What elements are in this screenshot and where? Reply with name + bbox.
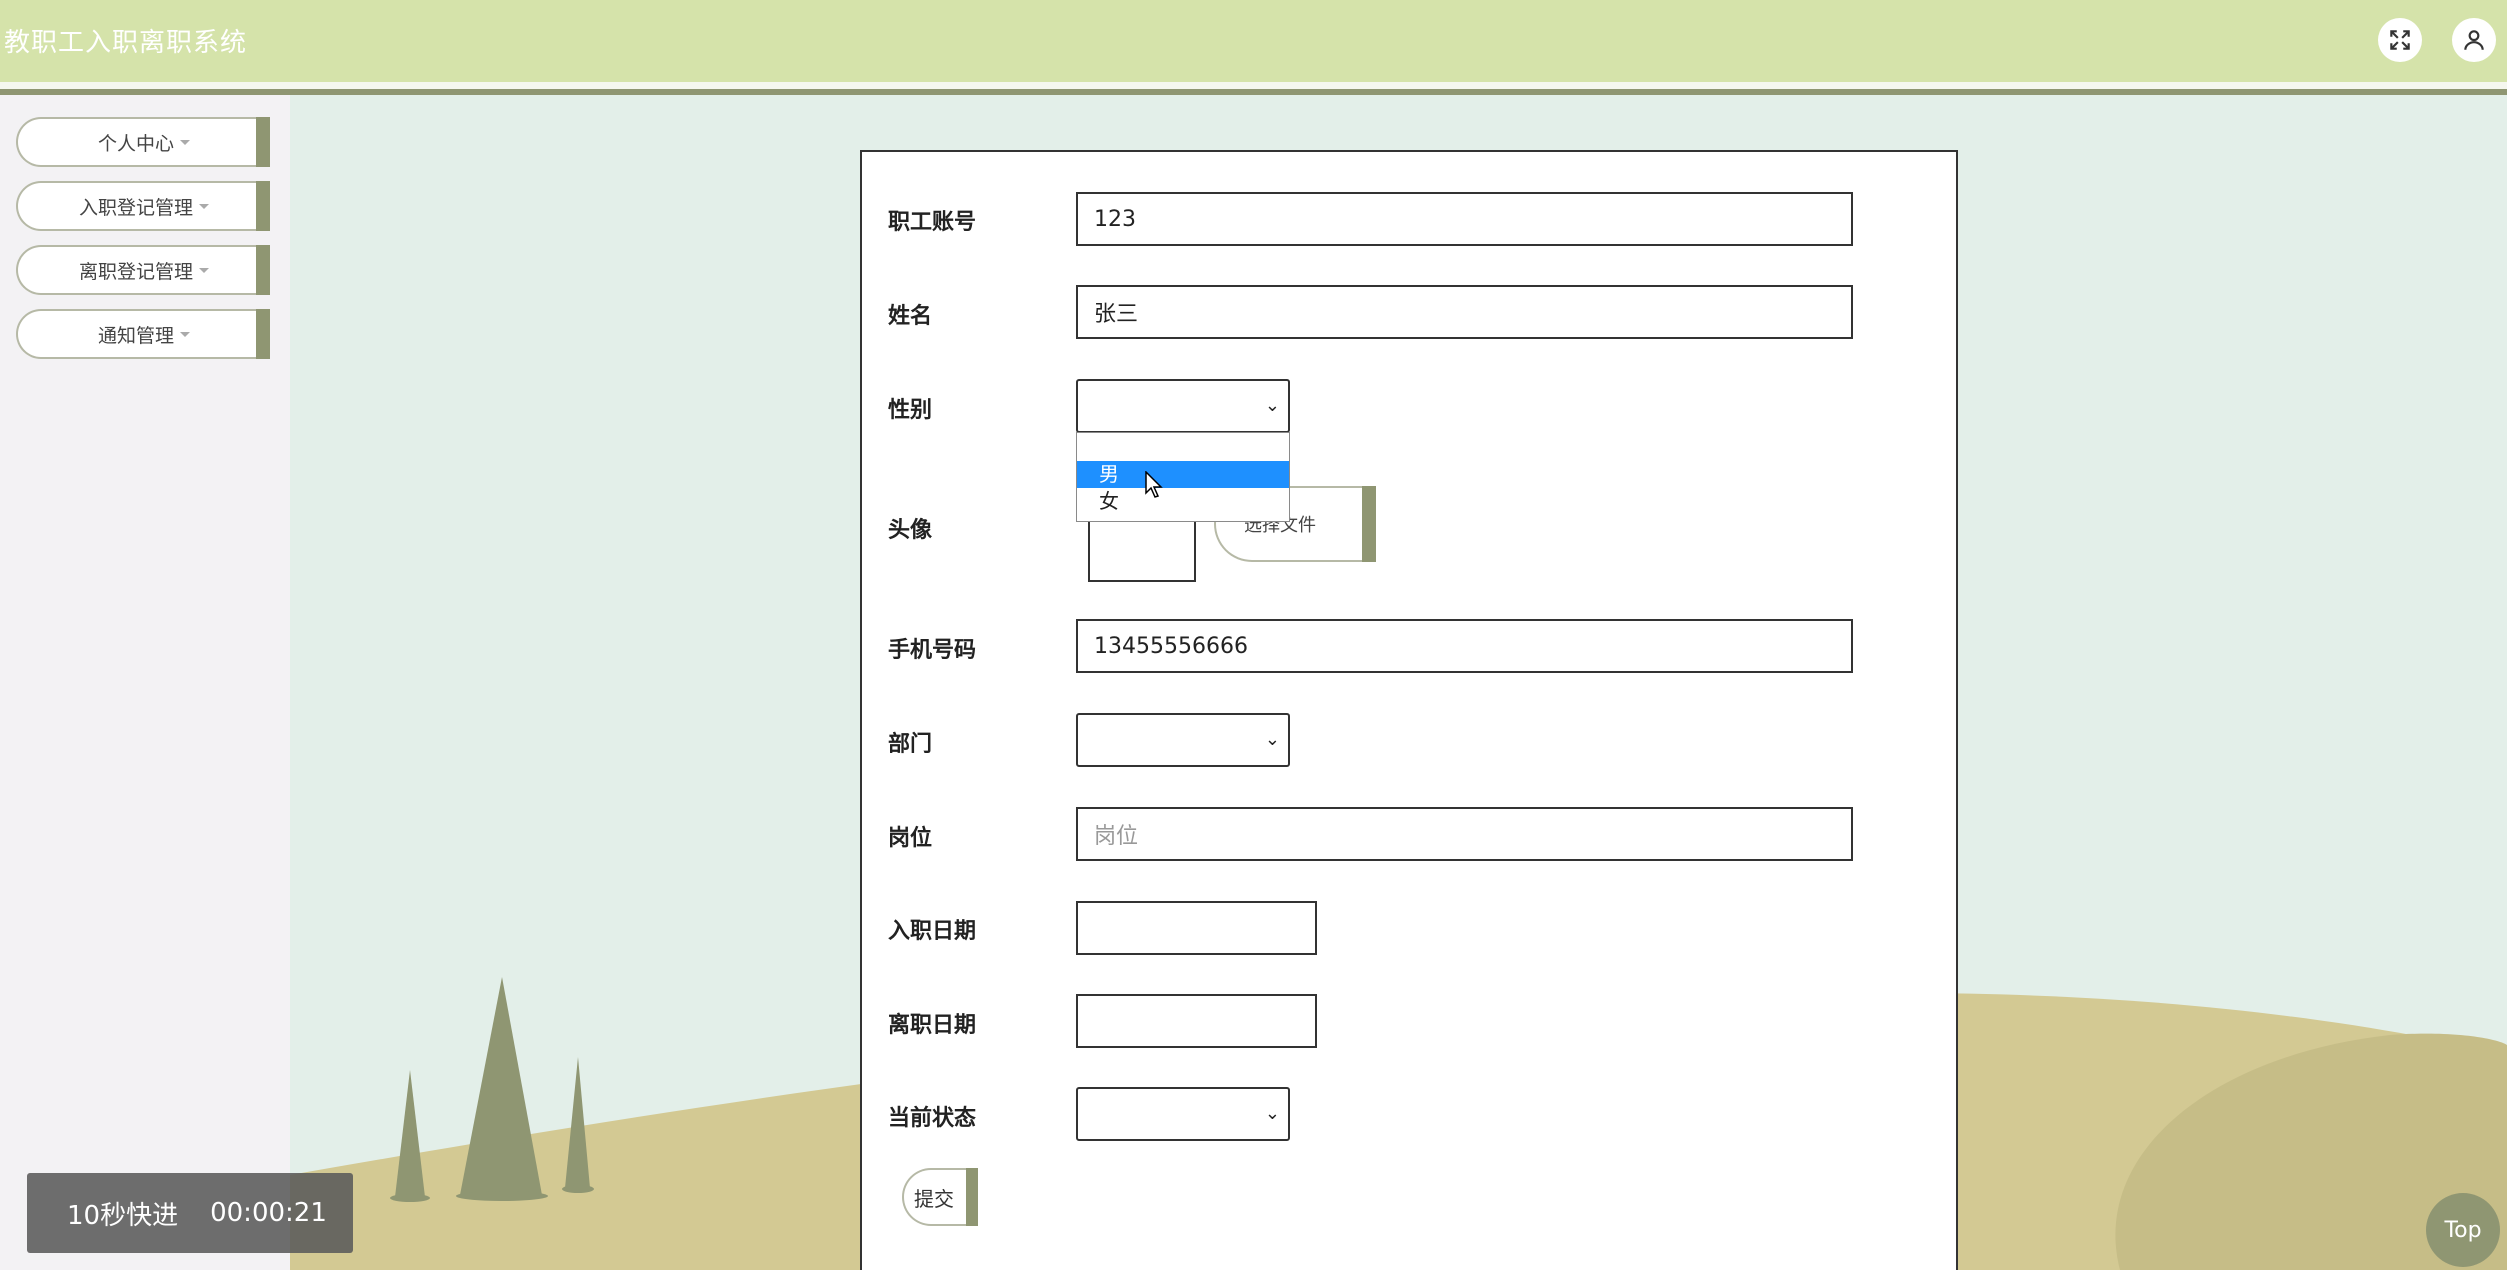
phone-label: 手机号码 <box>888 638 977 663</box>
back-to-top-button[interactable]: Top <box>2426 1193 2500 1267</box>
name-input[interactable]: 张三 <box>1076 285 1853 339</box>
position-label: 岗位 <box>888 826 933 851</box>
sidebar-item-accent <box>256 117 270 167</box>
submit-label: 提交 <box>914 1186 954 1211</box>
caret-down-icon <box>199 203 209 209</box>
gender-option-female[interactable]: 女 <box>1077 488 1289 515</box>
sidebar-item-label: 离职登记管理 <box>78 260 193 283</box>
sidebar-item-personal-center[interactable]: 个人中心 <box>16 117 270 167</box>
fast-forward-label: 10秒快进 <box>67 1200 179 1231</box>
fullscreen-button[interactable] <box>2378 18 2422 62</box>
sidebar-item-label: 通知管理 <box>97 324 174 347</box>
form-panel: 职工账号 123 姓名 张三 性别 ⌄ 头像 选择文件 男 女 手机号码 134… <box>860 150 1958 1270</box>
account-input[interactable]: 123 <box>1076 192 1853 246</box>
fullscreen-icon <box>2390 30 2410 50</box>
mouse-cursor-icon <box>1145 471 1163 498</box>
gender-option-empty[interactable] <box>1077 433 1289 460</box>
user-button[interactable] <box>2452 18 2496 62</box>
chevron-down-icon: ⌄ <box>1264 1103 1280 1124</box>
gender-option-male[interactable]: 男 <box>1077 461 1289 488</box>
leave-date-input[interactable] <box>1076 994 1317 1048</box>
leave-date-label: 离职日期 <box>888 1013 977 1038</box>
phone-input[interactable]: 13455556666 <box>1076 619 1853 673</box>
button-accent <box>1362 486 1376 562</box>
sidebar-item-label: 个人中心 <box>97 132 174 155</box>
position-input[interactable]: 岗位 <box>1076 807 1853 861</box>
hire-date-input[interactable] <box>1076 901 1317 955</box>
chevron-down-icon: ⌄ <box>1264 395 1280 416</box>
app-title: 教职工入职离职系统 <box>4 28 248 58</box>
user-icon <box>2464 30 2484 50</box>
hire-date-label: 入职日期 <box>888 919 977 944</box>
avatar-label: 头像 <box>888 518 933 543</box>
gender-dropdown-list: 男 女 <box>1076 432 1290 522</box>
gender-label: 性别 <box>888 398 933 423</box>
chevron-down-icon: ⌄ <box>1264 729 1280 750</box>
sidebar-item-resignation[interactable]: 离职登记管理 <box>16 245 270 295</box>
caret-down-icon <box>180 139 190 145</box>
caret-down-icon <box>180 331 190 337</box>
status-select[interactable]: ⌄ <box>1076 1087 1290 1141</box>
button-accent <box>966 1168 978 1226</box>
submit-button[interactable]: 提交 <box>902 1168 978 1226</box>
sidebar-item-notifications[interactable]: 通知管理 <box>16 309 270 359</box>
department-label: 部门 <box>888 732 933 757</box>
status-label: 当前状态 <box>888 1106 977 1131</box>
sidebar-item-accent <box>256 181 270 231</box>
sidebar: 个人中心 入职登记管理 离职登记管理 通知管理 <box>0 95 290 1270</box>
sidebar-item-label: 入职登记管理 <box>78 196 193 219</box>
sidebar-item-accent <box>256 245 270 295</box>
name-label: 姓名 <box>888 304 933 329</box>
fast-forward-overlay: 10秒快进 00:00:21 <box>27 1173 353 1253</box>
account-label: 职工账号 <box>888 210 977 235</box>
header-divider-light <box>0 82 2507 89</box>
gender-select[interactable]: ⌄ <box>1076 379 1290 433</box>
sidebar-item-onboarding[interactable]: 入职登记管理 <box>16 181 270 231</box>
department-select[interactable]: ⌄ <box>1076 713 1290 767</box>
sidebar-item-accent <box>256 309 270 359</box>
playback-time: 00:00:21 <box>210 1198 327 1228</box>
top-header: 教职工入职离职系统 <box>0 0 2507 82</box>
caret-down-icon <box>199 267 209 273</box>
